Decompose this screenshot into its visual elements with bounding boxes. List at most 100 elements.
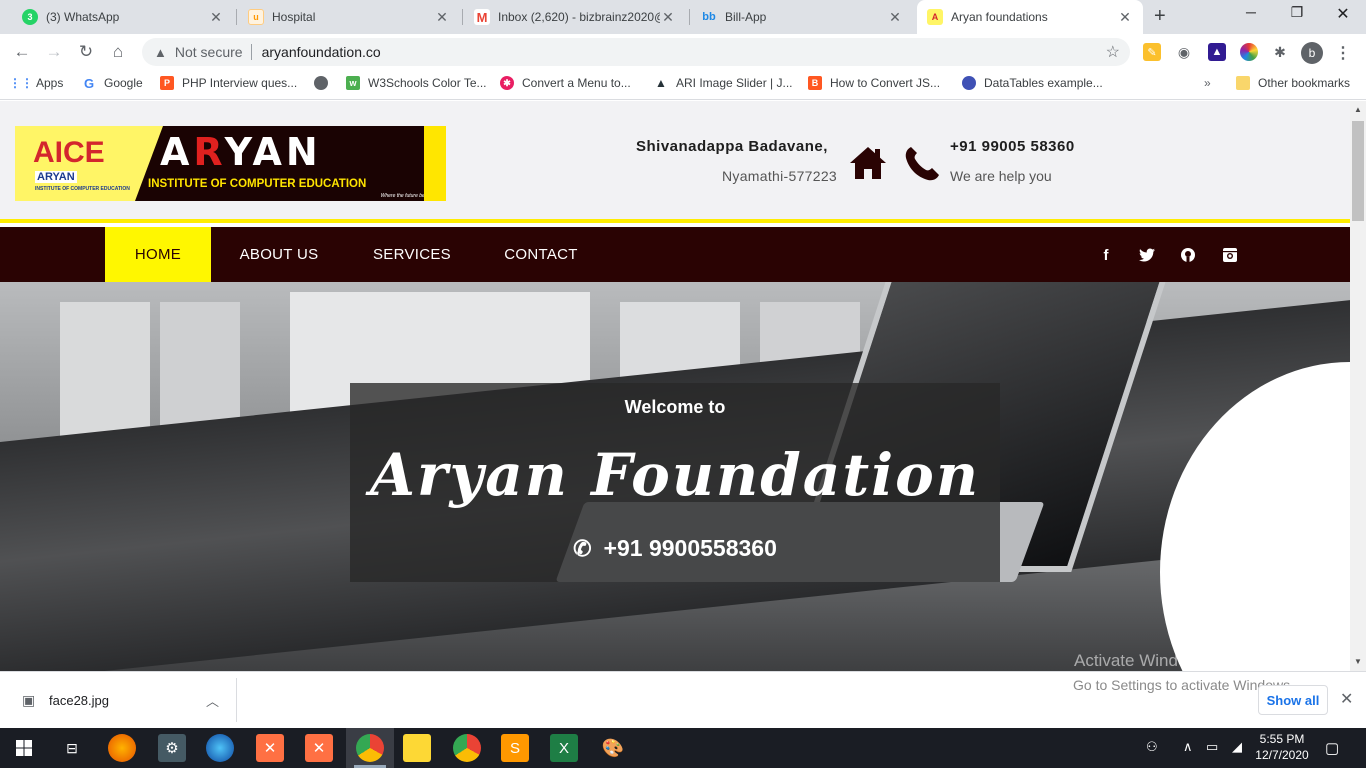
bookmark-w3schools[interactable]: w W3Schools Color Te... bbox=[346, 76, 487, 90]
close-icon[interactable]: ✕ bbox=[660, 9, 676, 26]
tab-bill-app[interactable]: bb Bill-App ✕ bbox=[691, 0, 913, 34]
twitter-icon[interactable] bbox=[1137, 245, 1157, 265]
bookmark-globe[interactable] bbox=[314, 76, 336, 90]
site-logo[interactable]: AICE ARYAN INSTITUTE OF COMPUTER EDUCATI… bbox=[15, 126, 446, 201]
extension-pencil-icon[interactable]: ✎ bbox=[1143, 43, 1161, 61]
tab-whatsapp[interactable]: 3 (3) WhatsApp ✕ bbox=[12, 0, 234, 34]
windows-taskbar: ⊟ ⚙ ✕ ✕ S X 🎨 ⚇ ∧ ▭ ◢ 5:55 PM 12/7/2020 … bbox=[0, 728, 1366, 768]
not-secure-label[interactable]: Not secure bbox=[175, 44, 243, 60]
sublime-icon[interactable]: S bbox=[501, 734, 529, 762]
address-line-2: Nyamathi-577223 bbox=[722, 168, 838, 184]
nav-about-us[interactable]: ABOUT US bbox=[226, 227, 332, 282]
bookmark-label: Convert a Menu to... bbox=[522, 76, 631, 90]
people-icon[interactable]: ⚇ bbox=[1146, 739, 1158, 755]
edge-icon[interactable] bbox=[206, 734, 234, 762]
bookmark-label: PHP Interview ques... bbox=[182, 76, 298, 90]
close-icon[interactable]: ✕ bbox=[434, 9, 450, 26]
site-header: AICE ARYAN INSTITUTE OF COMPUTER EDUCATI… bbox=[0, 101, 1350, 223]
nav-home[interactable]: HOME bbox=[105, 227, 211, 282]
scroll-down-icon[interactable]: ▼ bbox=[1354, 657, 1362, 666]
paint-icon[interactable]: 🎨 bbox=[599, 734, 627, 762]
close-icon[interactable]: ✕ bbox=[887, 9, 903, 26]
nav-contact[interactable]: CONTACT bbox=[490, 227, 592, 282]
show-all-button[interactable]: Show all bbox=[1258, 685, 1328, 715]
tab-aryan-foundations[interactable]: A Aryan foundations ✕ bbox=[917, 0, 1143, 34]
window-close-icon[interactable]: ✕ bbox=[1320, 4, 1366, 24]
menu-kebab-icon[interactable]: ⋮ bbox=[1335, 43, 1351, 63]
w3schools-icon: w bbox=[346, 76, 360, 90]
restore-icon[interactable]: ❐ bbox=[1274, 4, 1320, 21]
scroll-thumb[interactable] bbox=[1352, 121, 1364, 221]
header-phone[interactable]: +91 99005 58360 bbox=[950, 138, 1075, 155]
php-icon: P bbox=[160, 76, 174, 90]
color-wheel-icon[interactable] bbox=[1240, 43, 1258, 61]
graduation-cap-icon[interactable]: ▲ bbox=[1208, 43, 1226, 61]
bookmark-ari-slider[interactable]: ▲ ARI Image Slider | J... bbox=[654, 76, 793, 90]
wifi-icon[interactable]: ◢ bbox=[1232, 739, 1242, 755]
url-text[interactable]: aryanfoundation.co bbox=[262, 44, 381, 60]
system-clock[interactable]: 5:55 PM 12/7/2020 bbox=[1254, 731, 1310, 763]
bookmark-php[interactable]: P PHP Interview ques... bbox=[160, 76, 297, 90]
tab-separator bbox=[236, 9, 237, 25]
house-icon bbox=[850, 147, 886, 179]
forward-icon[interactable]: → bbox=[42, 40, 66, 64]
firefox-icon[interactable] bbox=[108, 734, 136, 762]
bookmark-google[interactable]: G Google bbox=[82, 76, 143, 91]
bookmark-convert-js[interactable]: B How to Convert JS... bbox=[808, 76, 940, 90]
excel-icon[interactable]: X bbox=[550, 734, 578, 762]
page-scrollbar[interactable]: ▲ ▼ bbox=[1350, 101, 1366, 671]
chevron-up-icon[interactable]: ︿ bbox=[206, 691, 219, 710]
facebook-icon[interactable]: f bbox=[1096, 245, 1116, 265]
bill-app-icon: bb bbox=[702, 11, 716, 23]
github-icon[interactable] bbox=[1178, 245, 1198, 265]
chrome-profile-icon[interactable] bbox=[453, 734, 481, 762]
chrome-icon[interactable] bbox=[356, 734, 384, 762]
aice-tiny-text: INSTITUTE OF COMPUTER EDUCATION bbox=[35, 186, 130, 192]
browser-toolbar: ← → ↻ ⌂ ▲ Not secure aryanfoundation.co … bbox=[0, 34, 1366, 70]
tab-hospital[interactable]: u Hospital ✕ bbox=[238, 0, 460, 34]
instagram-icon[interactable] bbox=[1220, 245, 1240, 265]
bookmark-datatables[interactable]: DataTables example... bbox=[962, 76, 1103, 90]
bookmarks-overflow-icon[interactable]: » bbox=[1204, 76, 1211, 90]
close-icon[interactable]: ✕ bbox=[208, 9, 224, 26]
file-explorer-icon[interactable] bbox=[403, 734, 431, 762]
close-icon[interactable]: ✕ bbox=[1117, 9, 1133, 26]
chevron-up-icon[interactable]: ∧ bbox=[1183, 739, 1193, 755]
blogger-icon: B bbox=[808, 76, 822, 90]
bookmark-label: ARI Image Slider | J... bbox=[676, 76, 793, 90]
close-icon[interactable]: ✕ bbox=[1340, 689, 1353, 709]
bookmark-label: Other bookmarks bbox=[1258, 76, 1351, 90]
scroll-up-icon[interactable]: ▲ bbox=[1354, 105, 1362, 114]
hero-phone-number: +91 9900558360 bbox=[603, 535, 777, 561]
new-tab-button[interactable]: + bbox=[1154, 5, 1166, 28]
warning-icon[interactable]: ▲ bbox=[154, 45, 167, 60]
address-bar[interactable]: ▲ Not secure aryanfoundation.co ☆ bbox=[142, 38, 1130, 66]
bookmark-label: W3Schools Color Te... bbox=[368, 76, 487, 90]
camera-icon[interactable]: ◉ bbox=[1175, 43, 1193, 61]
minimize-icon[interactable]: ─ bbox=[1228, 4, 1274, 20]
puzzle-icon[interactable]: ✱ bbox=[1271, 43, 1289, 61]
back-icon[interactable]: ← bbox=[10, 40, 34, 64]
address-line-1: Shivanadappa Badavane, bbox=[636, 138, 828, 155]
nav-services[interactable]: SERVICES bbox=[360, 227, 464, 282]
bookmark-convert-menu[interactable]: ✱ Convert a Menu to... bbox=[500, 76, 631, 90]
notification-icon[interactable]: ▢ bbox=[1325, 739, 1339, 757]
xampp-icon[interactable]: ✕ bbox=[305, 734, 333, 762]
page-viewport: AICE ARYAN INSTITUTE OF COMPUTER EDUCATI… bbox=[0, 101, 1350, 671]
tab-gmail[interactable]: M Inbox (2,620) - bizbrainz2020@ ✕ bbox=[464, 0, 686, 34]
profile-avatar[interactable]: b bbox=[1301, 42, 1323, 64]
control-panel-icon[interactable]: ⚙ bbox=[158, 734, 186, 762]
main-nav: HOME ABOUT US SERVICES CONTACT f bbox=[0, 227, 1350, 282]
xampp-icon[interactable]: ✕ bbox=[256, 734, 284, 762]
task-view-icon[interactable]: ⊟ bbox=[58, 734, 86, 762]
globe-icon bbox=[314, 76, 328, 90]
download-filename[interactable]: face28.jpg bbox=[49, 693, 109, 708]
windows-start-icon[interactable] bbox=[10, 734, 38, 762]
bookmark-other[interactable]: Other bookmarks bbox=[1236, 76, 1350, 90]
hero-phone[interactable]: ✆ +91 9900558360 bbox=[350, 535, 1000, 562]
home-button-icon[interactable]: ⌂ bbox=[106, 40, 130, 64]
bookmark-apps[interactable]: ⋮⋮ Apps bbox=[9, 76, 63, 90]
battery-icon[interactable]: ▭ bbox=[1206, 739, 1218, 755]
reload-icon[interactable]: ↻ bbox=[74, 40, 98, 64]
bookmark-star-icon[interactable]: ☆ bbox=[1106, 42, 1120, 62]
